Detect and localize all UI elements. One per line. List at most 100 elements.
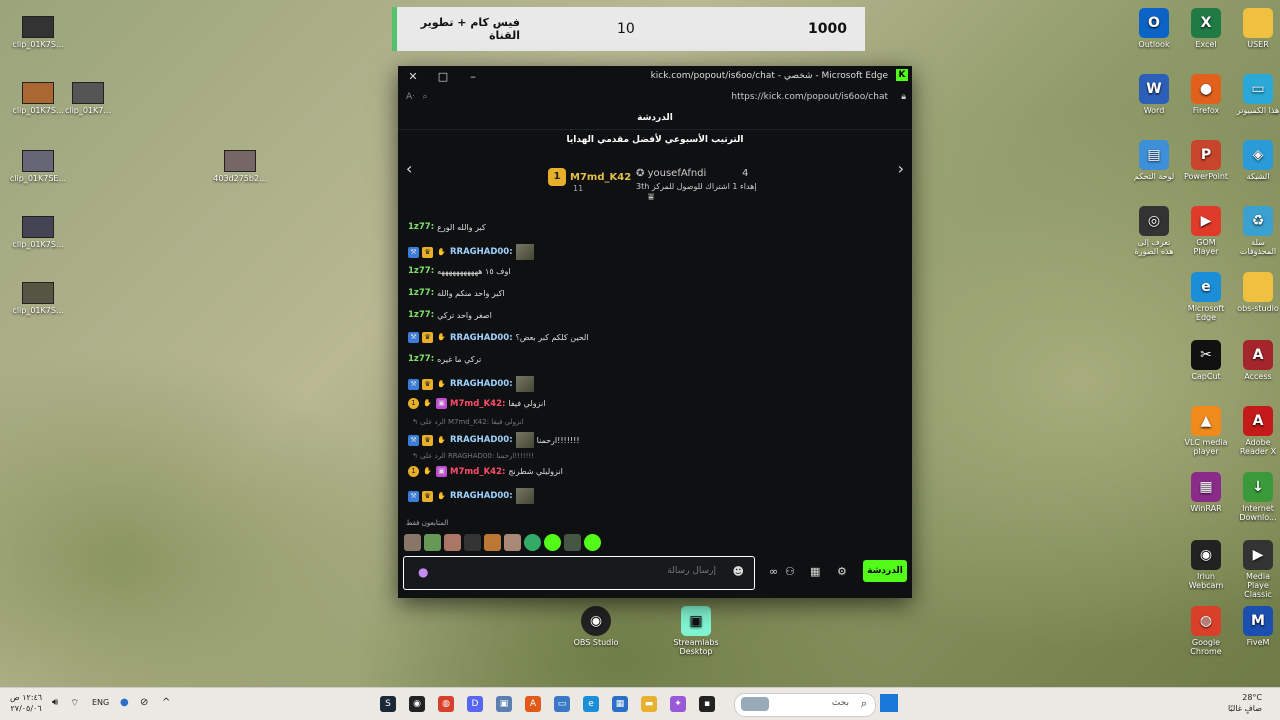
address-bar[interactable]: Aᐧ ⌕ https://kick.com/popout/is6oo/chat …: [398, 86, 912, 107]
chat-message[interactable]: ⚒ ♛ ✋ RRAGHAD00:: [408, 376, 537, 392]
emote[interactable]: [464, 534, 481, 551]
desktop-shortcut[interactable]: USER: [1236, 8, 1280, 49]
chat-username[interactable]: 1z77:: [408, 310, 434, 320]
start-icon[interactable]: [880, 694, 898, 712]
minimize-icon[interactable]: –: [458, 70, 488, 83]
chevron-right-icon[interactable]: ›: [898, 159, 904, 178]
chat-username[interactable]: 1z77:: [408, 266, 434, 276]
chat-username[interactable]: M7md_K42:: [450, 399, 505, 409]
emote[interactable]: [484, 534, 501, 551]
chat-username[interactable]: 1z77:: [408, 288, 434, 298]
desktop-shortcut[interactable]: O Outlook: [1132, 8, 1176, 49]
leaderboard-second[interactable]: ✪ yousefAfndi 4 إهداء 1 اشتراك للوصول لل…: [636, 168, 757, 191]
folder-icon[interactable]: ▬: [641, 696, 657, 712]
taskbar-search[interactable]: بحث ⌕: [734, 693, 876, 717]
chat-username[interactable]: M7md_K42:: [450, 467, 505, 477]
terminal-icon[interactable]: ▪: [699, 696, 715, 712]
desktop-shortcut[interactable]: obs-studio: [1236, 272, 1280, 313]
desktop-shortcut[interactable]: ▤ لوحة التحكم: [1132, 140, 1176, 181]
emote[interactable]: [564, 534, 581, 551]
chat-username[interactable]: 1z77:: [408, 354, 434, 364]
language-indicator[interactable]: ENG: [92, 698, 109, 707]
chat-message[interactable]: 1 ✋ ▣ M7md_K42: انزولي فيفا: [408, 398, 546, 409]
chat-message[interactable]: ⚒ ♛ ✋ RRAGHAD00: الحين كلكم كبر بعض؟: [408, 332, 589, 343]
desktop-shortcut[interactable]: X Excel: [1184, 8, 1228, 49]
weather-widget[interactable]: 28°C صافٍ غالبًا: [1228, 692, 1262, 714]
chat-username[interactable]: RRAGHAD00:: [450, 379, 513, 389]
adobe-icon[interactable]: A: [525, 696, 541, 712]
desktop-file-icon[interactable]: clip_01K7S...: [8, 216, 68, 249]
mic-icon[interactable]: ●: [418, 565, 428, 579]
window-icon[interactable]: ▭: [554, 696, 570, 712]
reply-context[interactable]: ↰ الرد على RRAGHAD00: ارحمنا!!!!!!!: [412, 452, 534, 460]
clock[interactable]: ١٢:٤٦ ص ٢٧/٠٥/٠٦: [10, 692, 42, 714]
desktop-shortcut[interactable]: ✂ CapCut: [1184, 340, 1228, 381]
desktop-shortcut[interactable]: ♻ سلة المحذوفات: [1236, 206, 1280, 256]
collapse-icon[interactable]: ⩸: [648, 192, 654, 203]
maximize-icon[interactable]: □: [428, 70, 458, 83]
chat-message[interactable]: 1z77: اصغر واحد تركي: [408, 310, 492, 320]
desktop-file-icon[interactable]: clip_01K7SE...: [8, 150, 68, 183]
desktop-shortcut[interactable]: ↓ Internet Downlo...: [1236, 472, 1280, 522]
emote[interactable]: [524, 534, 541, 551]
chat-message[interactable]: ⚒ ♛ ✋ RRAGHAD00:: [408, 244, 537, 260]
streamlabs-desktop-shortcut[interactable]: ▣ Streamlabs Desktop: [666, 606, 726, 656]
chat-username[interactable]: RRAGHAD00:: [450, 333, 513, 343]
send-chat-button[interactable]: الدردشة: [863, 560, 907, 582]
chat-message[interactable]: 1z77: اوف ١٥ هههههههههههه: [408, 266, 511, 276]
settings-icon[interactable]: ⚙: [837, 565, 847, 578]
obs-desktop-shortcut[interactable]: ◉ OBS Studio: [566, 606, 626, 647]
chevron-up-icon[interactable]: ^: [162, 697, 170, 708]
chevron-left-icon[interactable]: ‹: [406, 159, 412, 178]
desktop-file-icon[interactable]: clip_01K7S...: [8, 282, 68, 315]
chat-message-input[interactable]: ● إرسال رسالة ☻: [403, 556, 755, 590]
desktop-shortcut[interactable]: ● Firefox: [1184, 74, 1228, 115]
emote[interactable]: [584, 534, 601, 551]
chat-username[interactable]: 1z77:: [408, 222, 434, 232]
infinity-icon[interactable]: ∞: [769, 565, 778, 578]
desktop-shortcut[interactable]: A Adobe Reader X: [1236, 406, 1280, 456]
wifi-icon[interactable]: ⌔: [70, 697, 79, 710]
desktop-shortcut[interactable]: ▭ هذا الكمبيوتر: [1236, 74, 1280, 115]
close-icon[interactable]: ✕: [398, 70, 428, 83]
people-icon[interactable]: ⚇: [785, 565, 795, 578]
discord-icon[interactable]: D: [467, 696, 483, 712]
emote[interactable]: [544, 534, 561, 551]
emoji-icon[interactable]: ☻: [733, 565, 744, 578]
steam-icon[interactable]: S: [380, 696, 396, 712]
desktop-shortcut[interactable]: e Microsoft Edge: [1184, 272, 1228, 322]
desktop-file-icon[interactable]: clip_01K7...: [58, 82, 118, 115]
mic-icon[interactable]: ●: [120, 697, 129, 708]
chat-message[interactable]: 1 ✋ ▣ M7md_K42: انزوليلي شطرنج: [408, 466, 563, 477]
lock-icon[interactable]: 🔒︎: [901, 92, 906, 102]
chat-username[interactable]: RRAGHAD00:: [450, 435, 513, 445]
desktop-shortcut[interactable]: ▶ Media Playe Classic: [1236, 540, 1280, 599]
store-icon[interactable]: ▦: [810, 565, 820, 578]
desktop-shortcut[interactable]: P PowerPoint: [1184, 140, 1228, 181]
desktop-shortcut[interactable]: ◈ الشبكة: [1236, 140, 1280, 181]
chat-message[interactable]: 1z77: اكبر واحد منكم والله: [408, 288, 505, 298]
chrome-icon[interactable]: ◍: [438, 696, 454, 712]
emote[interactable]: [444, 534, 461, 551]
desktop-shortcut[interactable]: A Access: [1236, 340, 1280, 381]
desktop-shortcut[interactable]: ▶ GOM Player: [1184, 206, 1228, 256]
desktop-shortcut[interactable]: ◍ Google Chrome: [1184, 606, 1228, 656]
desktop-shortcut[interactable]: ▦ WinRAR: [1184, 472, 1228, 513]
emote[interactable]: [404, 534, 421, 551]
store-icon[interactable]: ▦: [612, 696, 628, 712]
desktop-shortcut[interactable]: ◎ تعرف إلى هذه الصورة: [1132, 206, 1176, 256]
desktop-file-icon[interactable]: clip_01K7S...: [8, 16, 68, 49]
desktop-shortcut[interactable]: W Word: [1132, 74, 1176, 115]
desktop-shortcut[interactable]: ◉ Iriun Webcam: [1184, 540, 1228, 590]
network-icon[interactable]: ⊘: [140, 697, 148, 708]
image-icon[interactable]: ▣: [496, 696, 512, 712]
chat-username[interactable]: RRAGHAD00:: [450, 247, 513, 257]
emote[interactable]: [424, 534, 441, 551]
zoom-icon[interactable]: ⌕: [422, 92, 427, 102]
leaderboard-first[interactable]: 1 M7md_K42 11: [548, 168, 631, 193]
volume-icon[interactable]: 🔊︎: [52, 697, 58, 708]
reply-context[interactable]: ↰ الرد على M7md_K42: انزولي فيفا: [412, 418, 524, 426]
desktop-shortcut[interactable]: ▲ VLC media player: [1184, 406, 1228, 456]
emote[interactable]: [504, 534, 521, 551]
chat-message[interactable]: 1z77: كبر والله الورع: [408, 222, 486, 232]
